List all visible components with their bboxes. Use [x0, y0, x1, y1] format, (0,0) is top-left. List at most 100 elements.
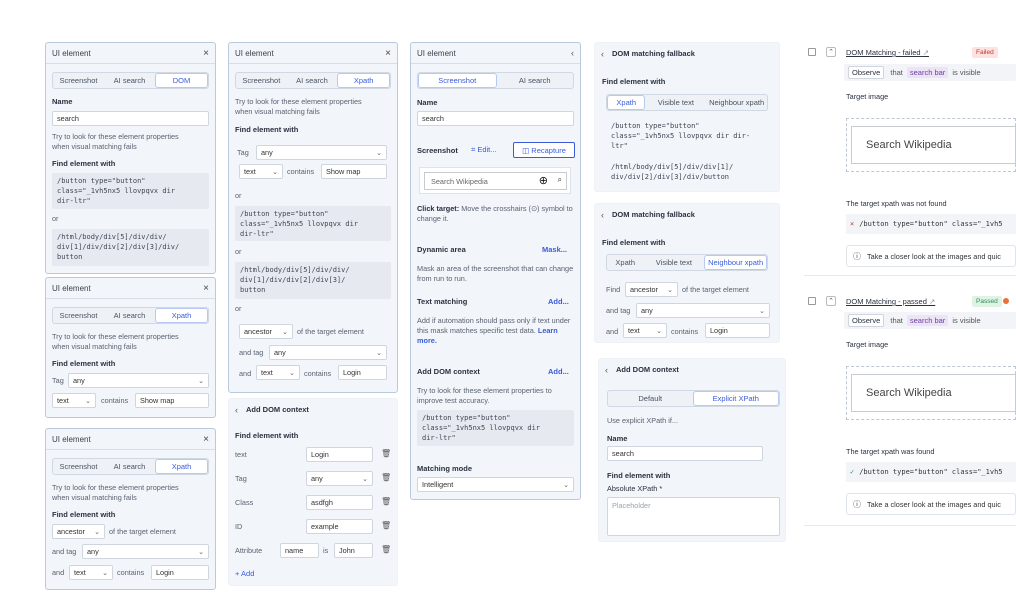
class-input[interactable]: asdfgh — [306, 495, 373, 510]
tab-xpath[interactable]: Xpath — [155, 459, 208, 474]
tab-screenshot[interactable]: Screenshot — [53, 459, 104, 474]
trash-icon[interactable]: 🗑 — [381, 449, 391, 458]
back-icon[interactable]: ‹ — [601, 210, 604, 220]
tab-xpath[interactable]: Xpath — [607, 95, 646, 110]
target-chip[interactable]: search bar — [906, 315, 949, 326]
tab-screenshot[interactable]: Screenshot — [236, 73, 287, 88]
crosshair-icon[interactable]: ⊕ — [539, 174, 548, 187]
tab-bar: Screenshot AI search Xpath — [52, 307, 209, 324]
trash-icon[interactable]: 🗑 — [381, 545, 391, 554]
and-tag-label: and tag — [239, 348, 264, 357]
text-matching-add-link[interactable]: Add... — [548, 297, 569, 306]
tag-select[interactable]: any ⌄ — [256, 145, 387, 160]
attribute-value-input[interactable]: John — [334, 543, 373, 558]
tab-xpath[interactable]: Xpath — [607, 255, 643, 270]
trash-icon[interactable]: 🗑 — [381, 497, 391, 506]
edit-button[interactable]: ⌗ Edit... — [471, 145, 497, 155]
mask-link[interactable]: Mask... — [542, 245, 567, 254]
attribute-select[interactable]: text ⌄ — [52, 393, 96, 408]
collapse-icon[interactable]: ⌃ — [826, 47, 836, 57]
tab-ai-search[interactable]: AI search — [104, 73, 155, 88]
contains-input[interactable]: Login — [705, 323, 770, 338]
tab-visible-text[interactable]: Visible text — [645, 95, 706, 110]
close-icon[interactable]: × — [385, 48, 391, 59]
action-observe[interactable]: Observe — [848, 314, 885, 327]
tab-default[interactable]: Default — [608, 391, 693, 406]
text-input[interactable]: Login — [306, 447, 373, 462]
tag-select-value: any — [311, 474, 323, 483]
tag-label: Tag — [237, 148, 249, 157]
step-checkbox[interactable] — [808, 297, 816, 305]
close-icon[interactable]: × — [203, 48, 209, 59]
button-code-block: /button type="button" class="_1vh5nx5 ll… — [611, 122, 751, 150]
tab-neighbour-xpath[interactable]: Neighbour xpath — [706, 95, 767, 110]
back-icon[interactable]: ‹ — [605, 365, 608, 375]
tab-dom[interactable]: DOM — [155, 73, 208, 88]
tab-ai-search[interactable]: AI search — [104, 308, 155, 323]
attribute-select[interactable]: text ⌄ — [623, 323, 667, 338]
attribute-name-input[interactable]: name — [280, 543, 319, 558]
wiki-search-image: Search Wikipedia — [851, 374, 1016, 412]
back-icon[interactable]: ‹ — [235, 405, 238, 415]
tab-explicit-xpath[interactable]: Explicit XPath — [692, 391, 779, 406]
tag-select[interactable]: any ⌄ — [68, 373, 209, 388]
tab-visible-text[interactable]: Visible text — [643, 255, 704, 270]
attribute-select[interactable]: text ⌄ — [256, 365, 300, 380]
name-label: Name — [52, 97, 73, 106]
tab-xpath[interactable]: Xpath — [155, 308, 208, 323]
relation-select[interactable]: ancestor ⌄ — [625, 282, 678, 297]
recapture-button[interactable]: ◫ Recapture — [513, 142, 575, 158]
absolute-xpath-textarea[interactable]: Placeholder — [607, 497, 780, 536]
tab-neighbour-xpath[interactable]: Neighbour xpath — [704, 255, 767, 270]
id-input[interactable]: example — [306, 519, 373, 534]
step-title-link[interactable]: DOM Matching - failed ↗ — [846, 48, 929, 57]
close-icon[interactable]: × — [203, 434, 209, 445]
name-input[interactable]: search — [52, 111, 209, 126]
tab-ai-search[interactable]: AI search — [287, 73, 338, 88]
trash-icon[interactable]: 🗑 — [381, 521, 391, 530]
relation-select[interactable]: ancestor ⌄ — [52, 524, 105, 539]
tab-xpath[interactable]: Xpath — [337, 73, 390, 88]
action-observe[interactable]: Observe — [848, 66, 885, 79]
mask-hint: Mask an area of the screenshot that can … — [417, 264, 574, 283]
target-chip[interactable]: search bar — [906, 67, 949, 78]
step-title-link[interactable]: DOM Matching - passed ↗ — [846, 297, 935, 306]
tag-select[interactable]: any ⌄ — [636, 303, 770, 318]
trash-icon[interactable]: 🗑 — [381, 473, 391, 482]
contains-input[interactable]: Login — [151, 565, 209, 580]
relation-select-value: ancestor — [630, 285, 658, 294]
contains-input[interactable]: Login — [338, 365, 387, 380]
tab-bar: Screenshot AI search — [417, 72, 574, 89]
contains-input[interactable]: Show map — [135, 393, 209, 408]
tab-ai-search[interactable]: AI search — [104, 459, 155, 474]
tab-screenshot[interactable]: Screenshot — [53, 73, 104, 88]
matching-mode-label: Matching mode — [417, 464, 473, 473]
add-dom-context-link[interactable]: Add... — [548, 367, 569, 376]
tab-screenshot[interactable]: Screenshot — [53, 308, 104, 323]
find-label: Find — [606, 285, 621, 294]
tab-screenshot[interactable]: Screenshot — [418, 73, 497, 88]
back-icon[interactable]: ‹ — [601, 49, 604, 59]
that-text: that — [890, 68, 903, 77]
attribute-select[interactable]: text ⌄ — [69, 565, 113, 580]
attribute-select[interactable]: text ⌄ — [239, 164, 283, 179]
collapse-icon[interactable]: ⌃ — [826, 296, 836, 306]
relation-select[interactable]: ancestor ⌄ — [239, 324, 293, 339]
matching-mode-value: Intelligent — [422, 480, 454, 489]
matching-mode-select[interactable]: Intelligent ⌄ — [417, 477, 574, 492]
tag-select[interactable]: any ⌄ — [306, 471, 373, 486]
step-checkbox[interactable] — [808, 48, 816, 56]
tag-select[interactable]: any ⌄ — [82, 544, 209, 559]
tag-select[interactable]: any ⌄ — [269, 345, 387, 360]
panel-title: DOM matching fallback — [612, 210, 695, 219]
dom-fallback-panel-neighbour: ‹ DOM matching fallback Find element wit… — [594, 203, 780, 343]
name-input[interactable]: search — [417, 111, 574, 126]
chevron-down-icon: ⌄ — [289, 369, 295, 377]
info-icon: ⓘ — [853, 499, 861, 509]
add-attribute-button[interactable]: + Add — [235, 569, 254, 578]
close-icon[interactable]: × — [203, 283, 209, 294]
contains-input[interactable]: Show map — [321, 164, 387, 179]
tab-ai-search[interactable]: AI search — [497, 73, 574, 88]
name-input[interactable]: search — [607, 446, 763, 461]
chevron-left-icon[interactable]: ‹ — [571, 48, 574, 58]
